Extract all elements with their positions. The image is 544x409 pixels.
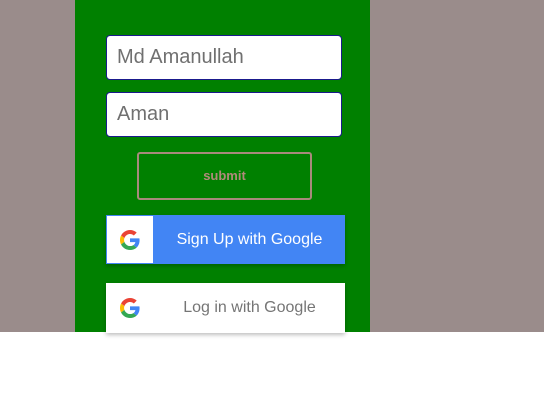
signup-with-google-label: Sign Up with Google bbox=[176, 230, 323, 248]
google-g-icon bbox=[120, 229, 140, 250]
name-input[interactable] bbox=[106, 35, 342, 80]
submit-button[interactable]: submit bbox=[137, 152, 312, 200]
signup-with-google-button[interactable]: Sign Up with Google bbox=[106, 215, 345, 264]
google-icon-container bbox=[106, 215, 154, 264]
login-with-google-button[interactable]: Log in with Google bbox=[106, 283, 345, 333]
google-icon-container bbox=[106, 283, 154, 333]
nickname-input[interactable] bbox=[106, 92, 342, 137]
google-g-icon bbox=[120, 298, 140, 318]
login-with-google-label: Log in with Google bbox=[183, 299, 316, 316]
